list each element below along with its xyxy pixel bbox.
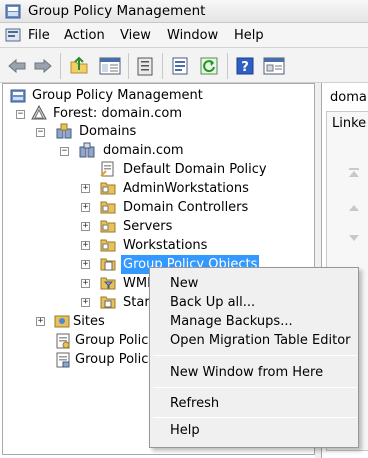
tree-label: Sites <box>73 314 105 329</box>
menu-window[interactable]: Window <box>167 28 218 43</box>
menu-item-back-up-all[interactable]: Back Up all... <box>170 295 255 310</box>
expand-toggle[interactable]: + <box>81 279 90 288</box>
move-down-icon[interactable] <box>348 233 360 243</box>
expand-toggle[interactable]: + <box>81 184 90 193</box>
menu-help[interactable]: Help <box>234 28 264 43</box>
menu-separator <box>153 355 357 356</box>
ou-folder-icon <box>100 220 116 233</box>
svg-text:?: ? <box>241 60 249 75</box>
gpo-link-icon <box>100 161 114 177</box>
ou-folder-icon <box>100 239 116 252</box>
context-menu: New Back Up all... Manage Backups... Ope… <box>149 267 359 448</box>
tree-label: Domains <box>79 124 137 139</box>
toolbar-separator <box>162 53 163 79</box>
properties-icon[interactable] <box>263 56 285 76</box>
window-title: Group Policy Management <box>28 3 206 19</box>
refresh-icon[interactable] <box>199 56 219 76</box>
back-arrow-icon[interactable] <box>7 56 27 76</box>
tree-label: Workstations <box>123 238 208 253</box>
expand-toggle[interactable]: + <box>81 203 90 212</box>
domains-icon <box>56 123 72 139</box>
menu-separator <box>153 387 357 388</box>
expand-toggle[interactable]: + <box>81 222 90 231</box>
tab-linked[interactable]: Linke <box>332 116 366 131</box>
tree-label: Group Policy Management <box>32 88 203 103</box>
collapse-toggle[interactable]: − <box>36 128 45 137</box>
forest-icon <box>31 105 47 120</box>
expand-toggle[interactable]: + <box>81 241 90 250</box>
up-folder-icon[interactable] <box>69 56 89 76</box>
wmi-filters-folder-icon <box>100 277 116 290</box>
move-top-icon[interactable] <box>348 168 360 178</box>
starter-gpos-folder-icon <box>100 296 116 309</box>
sites-icon <box>54 315 70 328</box>
help-icon[interactable]: ? <box>235 56 255 76</box>
system-menu-icon[interactable] <box>5 27 21 43</box>
title-bar: Group Policy Management <box>0 0 368 23</box>
tree-label: AdminWorkstations <box>123 181 249 196</box>
expand-toggle[interactable]: + <box>36 317 45 326</box>
expand-toggle[interactable]: + <box>81 260 90 269</box>
menu-action[interactable]: Action <box>64 28 105 43</box>
ou-folder-icon <box>100 201 116 214</box>
menu-item-open-migration-table-editor[interactable]: Open Migration Table Editor <box>170 333 351 348</box>
toolbar-separator <box>60 53 61 79</box>
details-pane-title: domai <box>330 90 368 105</box>
tree-label: Forest: domain.com <box>53 106 182 121</box>
menu-item-new-window-from-here[interactable]: New Window from Here <box>170 365 323 380</box>
menu-item-help[interactable]: Help <box>170 423 200 438</box>
move-up-icon[interactable] <box>348 203 360 213</box>
collapse-toggle[interactable]: − <box>16 110 25 119</box>
gp-results-icon <box>56 352 70 368</box>
menu-item-manage-backups[interactable]: Manage Backups... <box>170 314 293 329</box>
menu-separator <box>153 417 357 418</box>
ou-folder-icon <box>100 182 116 195</box>
gpmc-root-icon <box>10 89 26 103</box>
tree-label: Servers <box>123 219 173 234</box>
tree-label: Domain Controllers <box>123 200 249 215</box>
menu-item-refresh[interactable]: Refresh <box>170 396 219 411</box>
tree-label: Default Domain Policy <box>123 162 267 177</box>
domain-icon <box>79 142 95 158</box>
tree-label: Group Policy <box>75 352 157 367</box>
clipboard-icon[interactable] <box>136 56 154 76</box>
menu-item-new[interactable]: New <box>170 276 198 291</box>
toolbar-separator <box>128 53 129 79</box>
menu-view[interactable]: View <box>120 28 151 43</box>
expand-toggle[interactable]: + <box>81 298 90 307</box>
gpo-folder-icon <box>100 258 116 271</box>
menu-file[interactable]: File <box>28 28 50 43</box>
gpmc-app-icon <box>5 4 21 19</box>
toolbar-separator <box>227 53 228 79</box>
gp-modeling-icon <box>56 333 70 349</box>
tree-label: WMI <box>123 276 151 291</box>
tree-label: domain.com <box>103 143 184 158</box>
forward-arrow-icon[interactable] <box>33 56 53 76</box>
show-hide-tree-icon[interactable] <box>99 56 121 76</box>
tree-label: Group Policy <box>75 333 157 348</box>
export-list-icon[interactable] <box>171 56 191 76</box>
collapse-toggle[interactable]: − <box>60 147 69 156</box>
